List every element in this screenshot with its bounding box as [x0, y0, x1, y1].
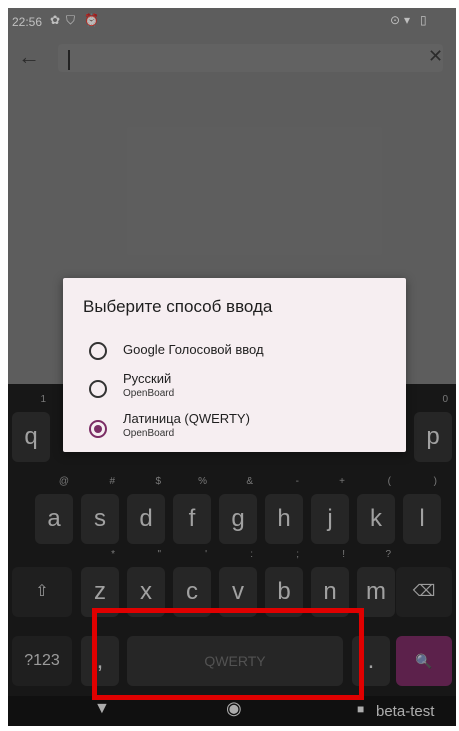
option-google-voice[interactable]: Google Голосовой ввод: [63, 328, 406, 368]
radio-button[interactable]: [89, 380, 107, 398]
radio-button[interactable]: [89, 342, 107, 360]
radio-button-selected[interactable]: [89, 420, 107, 438]
option-russian[interactable]: Русский OpenBoard: [63, 366, 406, 406]
dialog-title: Выберите способ ввода: [83, 297, 273, 316]
option-latin-qwerty[interactable]: Латиница (QWERTY) OpenBoard: [63, 406, 406, 446]
highlight-box: [92, 608, 364, 700]
input-method-dialog: Выберите способ ввода Google Голосовой в…: [63, 278, 406, 452]
